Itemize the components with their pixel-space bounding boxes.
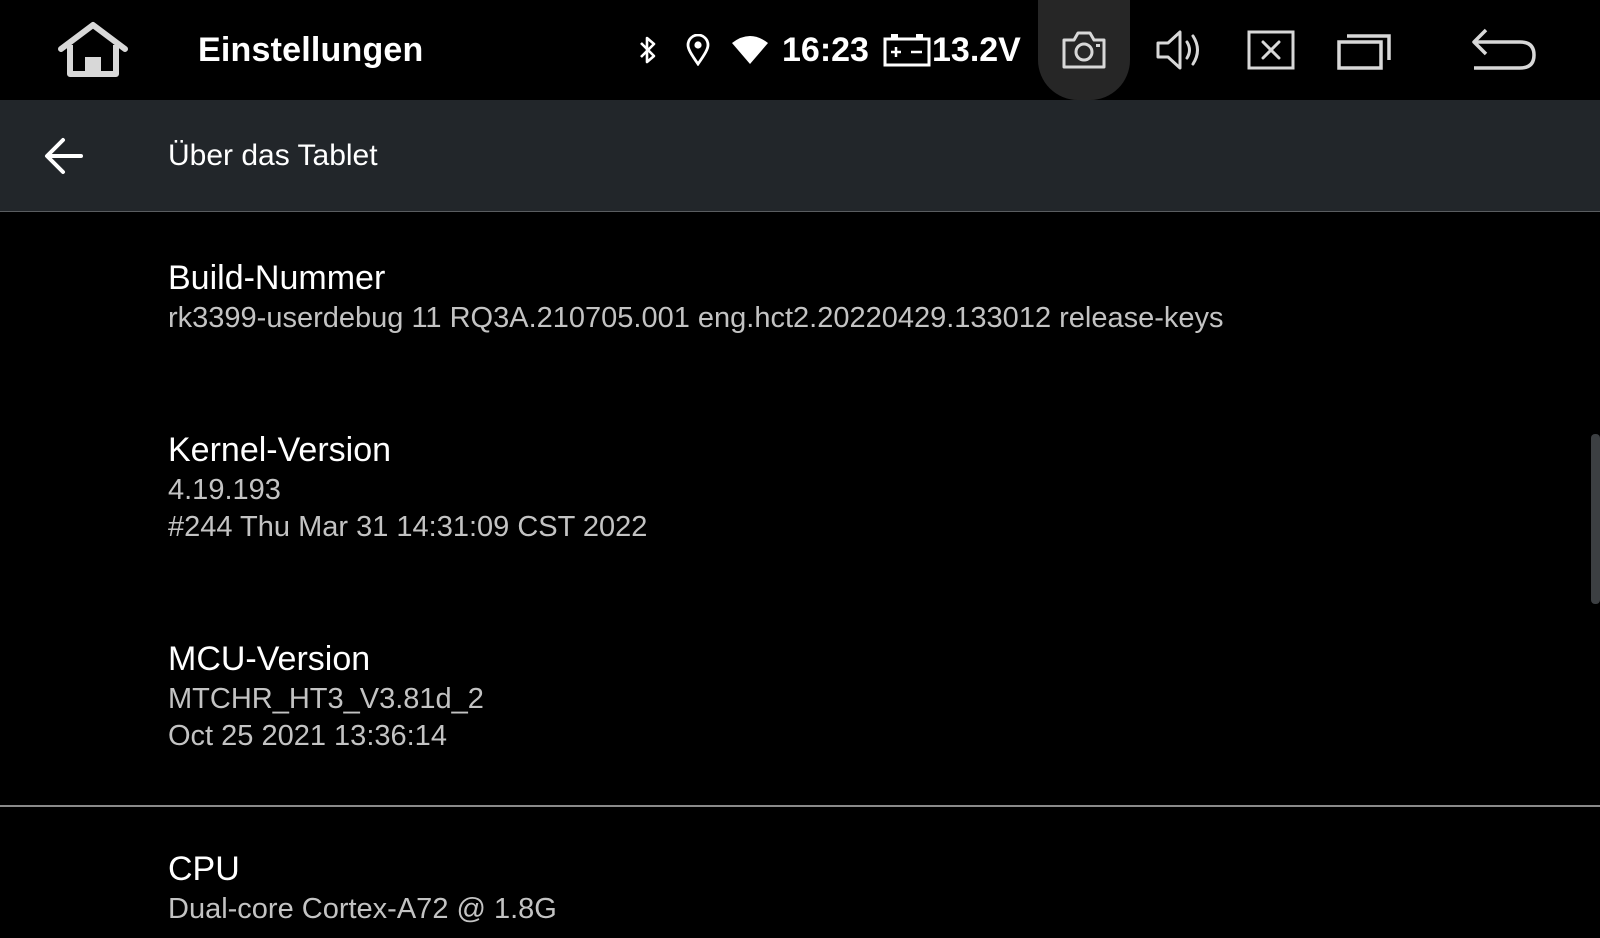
arrow-left-icon: [45, 138, 83, 174]
clock: 16:23: [782, 31, 869, 69]
list-item-cpu[interactable]: CPU Dual-core Cortex-A72 @ 1.8G: [168, 847, 1548, 928]
list-item-mcu-version[interactable]: MCU-Version MTCHR_HT3_V3.81d_2 Oct 25 20…: [168, 637, 1548, 755]
status-bar: Einstellungen 16:23 13.2V: [0, 0, 1600, 100]
back-arrow-icon: [1472, 28, 1536, 70]
item-value: Dual-core Cortex-A72 @ 1.8G: [168, 893, 557, 925]
item-value: 4.19.193: [168, 474, 281, 506]
back-button[interactable]: [1466, 22, 1542, 78]
bluetooth-icon: [630, 30, 666, 70]
section-divider: [0, 805, 1600, 807]
close-app-button[interactable]: [1242, 22, 1300, 78]
item-title: Build-Nummer: [168, 259, 386, 297]
list-item-build-number[interactable]: Build-Nummer rk3399-userdebug 11 RQ3A.21…: [168, 256, 1548, 337]
recent-apps-button[interactable]: [1334, 22, 1396, 78]
item-value: rk3399-userdebug 11 RQ3A.210705.001 eng.…: [168, 302, 1224, 334]
list-item-kernel-version[interactable]: Kernel-Version 4.19.193 #244 Thu Mar 31 …: [168, 428, 1548, 546]
settings-screen: Einstellungen 16:23 13.2V Über das Table…: [0, 0, 1600, 938]
app-title: Einstellungen: [198, 31, 424, 69]
home-icon: [58, 22, 128, 77]
item-title: MCU-Version: [168, 640, 371, 678]
volume-button[interactable]: [1150, 22, 1210, 78]
about-list: Build-Nummer rk3399-userdebug 11 RQ3A.21…: [0, 212, 1600, 938]
scrollbar[interactable]: [1591, 434, 1600, 604]
home-button[interactable]: [52, 18, 134, 82]
item-value: Oct 25 2021 13:36:14: [168, 720, 447, 752]
location-icon: [680, 30, 716, 70]
item-value: MTCHR_HT3_V3.81d_2: [168, 683, 484, 715]
item-value: #244 Thu Mar 31 14:31:09 CST 2022: [168, 511, 648, 543]
camera-icon: [1062, 31, 1106, 69]
item-title: Kernel-Version: [168, 431, 392, 469]
recents-icon: [1337, 34, 1391, 70]
page-title: Über das Tablet: [168, 139, 378, 172]
header-back-button[interactable]: [38, 130, 90, 182]
voltage-readout: 13.2V: [932, 31, 1021, 69]
wifi-icon: [728, 30, 772, 70]
page-header: Über das Tablet: [0, 100, 1600, 212]
close-box-icon: [1247, 30, 1295, 70]
screenshot-button[interactable]: [1038, 0, 1130, 100]
item-title: CPU: [168, 850, 240, 888]
battery-icon: [882, 30, 932, 70]
volume-icon: [1156, 30, 1199, 70]
